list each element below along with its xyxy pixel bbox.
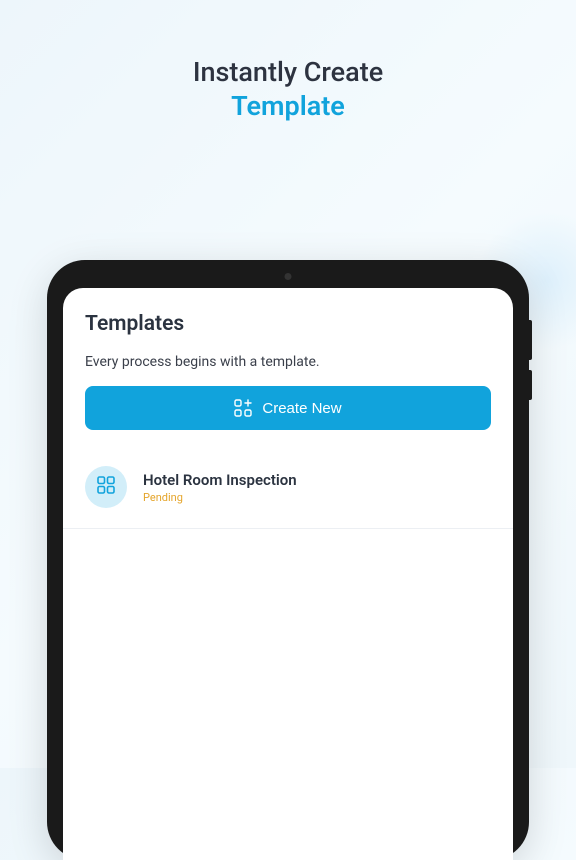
grid-plus-icon: [234, 399, 252, 417]
hero-heading: Instantly Create Template: [0, 0, 576, 162]
template-text-block: Hotel Room Inspection Pending: [143, 471, 297, 504]
tablet-physical-button: [529, 320, 532, 360]
page-title: Templates: [85, 312, 491, 336]
tablet-physical-button: [529, 370, 532, 400]
grid-icon: [96, 475, 116, 499]
tablet-frame: Templates Every process begins with a te…: [47, 260, 529, 860]
create-new-button[interactable]: Create New: [85, 386, 491, 430]
template-icon-container: [85, 466, 127, 508]
template-status: Pending: [143, 491, 297, 504]
template-name: Hotel Room Inspection: [143, 471, 297, 489]
tablet-screen: Templates Every process begins with a te…: [63, 288, 513, 860]
hero-line-1: Instantly Create: [0, 56, 576, 88]
page-subtitle: Every process begins with a template.: [85, 354, 491, 370]
template-list-item[interactable]: Hotel Room Inspection Pending: [63, 466, 513, 529]
hero-line-2: Template: [0, 90, 576, 122]
create-new-label: Create New: [262, 400, 341, 417]
